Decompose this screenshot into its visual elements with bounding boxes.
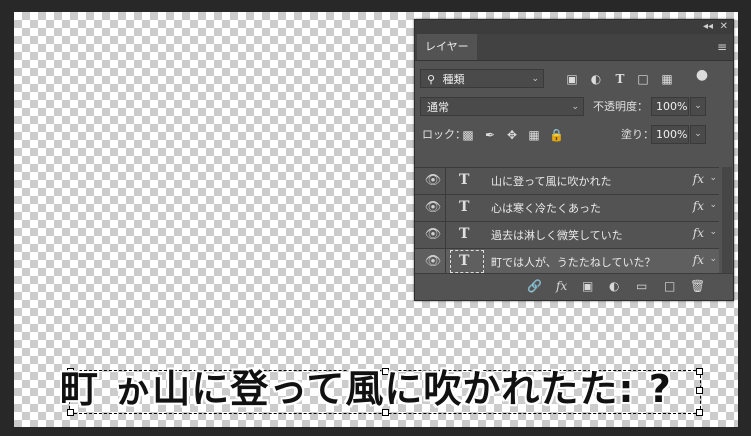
visibility-eye-icon[interactable]: 👁	[423, 227, 443, 242]
layer-row[interactable]: 👁 T 山に登って風に吹かれた fx ⌄	[415, 168, 719, 195]
new-adjustment-layer-icon[interactable]: ◐	[609, 279, 619, 293]
divider	[445, 249, 446, 275]
layer-name[interactable]: 心は寒く冷たくあった	[491, 200, 601, 216]
lock-label: ロック：	[422, 128, 466, 141]
blend-mode-value: 通常	[427, 101, 449, 114]
new-layer-icon[interactable]: □	[664, 279, 675, 293]
lock-transparent-icon[interactable]: ▩	[461, 127, 475, 143]
type-layer-icon: T	[459, 226, 470, 242]
fx-icon[interactable]: fx	[693, 199, 704, 213]
divider	[445, 168, 446, 194]
type-layer-icon: T	[459, 172, 470, 188]
add-layer-style-icon[interactable]: fx	[556, 279, 567, 293]
layers-scrollbar[interactable]	[722, 167, 732, 276]
opacity-label: 不透明度：	[593, 100, 648, 113]
chevron-down-icon[interactable]: ⌄	[709, 173, 717, 183]
panel-menu-icon[interactable]: ≡	[717, 40, 727, 54]
canvas-overlapping-text: 町 ゕ山に登って風に吹かれたた: ?	[60, 367, 672, 411]
close-icon[interactable]: ✕	[720, 20, 728, 34]
collapse-icon[interactable]: ◂◂	[703, 20, 713, 34]
visibility-eye-icon[interactable]: 👁	[423, 200, 443, 215]
lock-image-brush-icon[interactable]: ✒	[483, 127, 497, 143]
new-group-folder-icon[interactable]: ▭	[636, 279, 647, 293]
chevron-down-icon[interactable]: ⌄	[709, 227, 717, 237]
panel-tabbar: レイヤー ≡	[415, 34, 733, 61]
smart-object-filter-icon[interactable]: ▦	[660, 71, 674, 87]
type-layer-icon: T	[459, 199, 470, 215]
filter-kind-value: 種類	[442, 73, 465, 86]
filter-kind-dropdown[interactable]: ⚲ 種類 ⌄	[420, 69, 544, 88]
chevron-down-icon: ⌄	[571, 102, 579, 112]
divider	[445, 222, 446, 248]
fx-icon[interactable]: fx	[693, 253, 704, 267]
chevron-down-icon[interactable]: ⌄	[709, 254, 717, 264]
shape-filter-icon[interactable]: □	[636, 71, 650, 87]
lock-position-move-icon[interactable]: ✥	[505, 127, 519, 143]
layer-name[interactable]: 町では人が、うたたねしていた？	[491, 254, 655, 270]
lock-all-icon[interactable]: 🔒	[549, 127, 564, 143]
layer-row-selected[interactable]: 👁 T 町では人が、うたたねしていた？ fx ⌄	[415, 249, 719, 276]
visibility-eye-icon[interactable]: 👁	[423, 254, 443, 269]
layers-list: 👁 T 山に登って風に吹かれた fx ⌄ 👁 T 心は寒く冷たくあった fx ⌄…	[415, 167, 719, 276]
fill-slider-button[interactable]: ⌄	[690, 125, 706, 144]
delete-layer-trash-icon[interactable]: 🗑	[690, 279, 705, 293]
tab-layers[interactable]: レイヤー	[417, 34, 477, 60]
layer-name[interactable]: 過去は淋しく微笑していた	[491, 227, 623, 243]
layers-panel: ◂◂ ✕ レイヤー ≡ ⚲ 種類 ⌄ ▣ ◐ T □ ▦ ● 通常 ⌄ 不透明度…	[414, 19, 734, 301]
fill-input[interactable]: 100%	[651, 125, 689, 144]
chevron-down-icon[interactable]: ⌄	[709, 200, 717, 210]
blend-mode-dropdown[interactable]: 通常 ⌄	[420, 97, 584, 116]
layer-name[interactable]: 山に登って風に吹かれた	[491, 173, 611, 189]
search-icon: ⚲	[427, 73, 436, 86]
adjustment-filter-icon[interactable]: ◐	[589, 71, 603, 87]
type-filter-icon[interactable]: T	[613, 71, 627, 87]
panel-titlebar: ◂◂ ✕	[415, 20, 733, 34]
fx-icon[interactable]: fx	[693, 172, 704, 186]
add-mask-icon[interactable]: ▣	[582, 279, 593, 293]
layer-row[interactable]: 👁 T 過去は淋しく微笑していた fx ⌄	[415, 222, 719, 249]
layer-row[interactable]: 👁 T 心は寒く冷たくあった fx ⌄	[415, 195, 719, 222]
divider	[445, 195, 446, 221]
fill-label: 塗り：	[621, 128, 654, 141]
fx-icon[interactable]: fx	[693, 226, 704, 240]
opacity-input[interactable]: 100%	[651, 97, 689, 116]
image-filter-icon[interactable]: ▣	[565, 71, 579, 87]
lock-artboard-icon[interactable]: ▦	[527, 127, 541, 143]
link-layers-icon[interactable]: 🔗	[527, 279, 542, 293]
type-layer-icon: T	[459, 253, 470, 269]
chevron-down-icon: ⌄	[531, 74, 539, 84]
visibility-eye-icon[interactable]: 👁	[423, 173, 443, 188]
opacity-slider-button[interactable]: ⌄	[690, 97, 706, 116]
filter-toggle-icon[interactable]: ●	[695, 67, 709, 83]
layers-bottom-toolbar: 🔗 fx ▣ ◐ ▭ □ 🗑	[415, 273, 733, 300]
